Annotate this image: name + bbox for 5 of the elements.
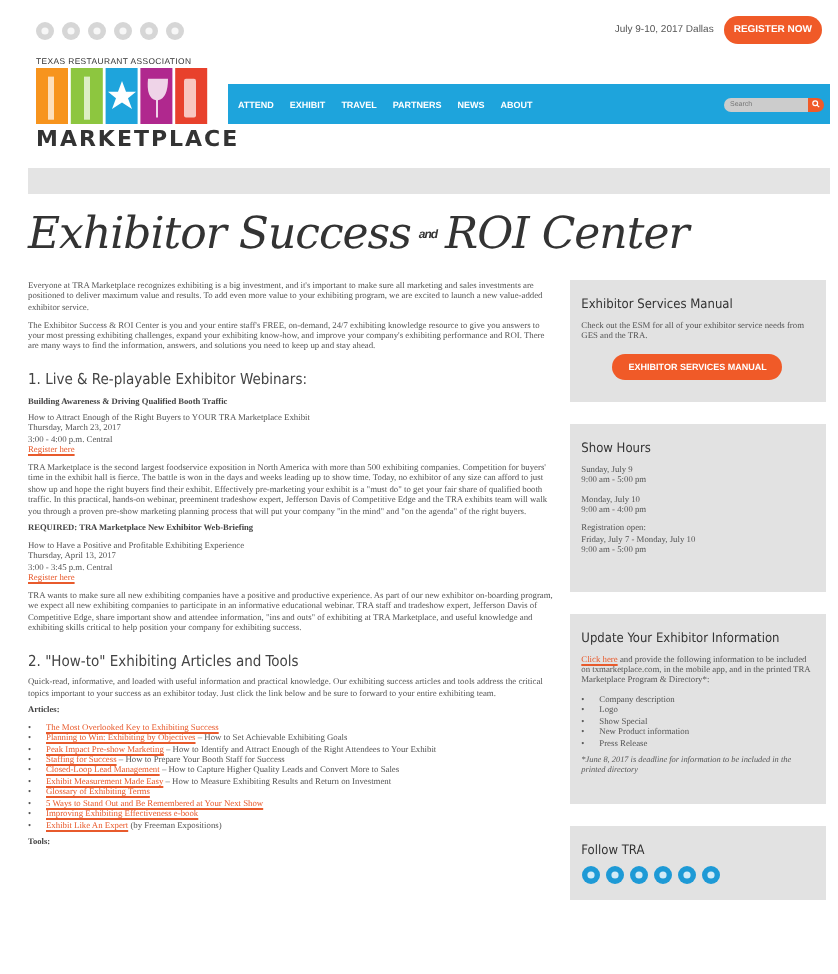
page-title: ROI Center [445,210,689,260]
logo-wordmark: MARKETPLACE [36,126,240,152]
page-title: Exhibitor Success [28,210,411,260]
search-icon [812,100,820,108]
search-button[interactable] [808,97,824,111]
